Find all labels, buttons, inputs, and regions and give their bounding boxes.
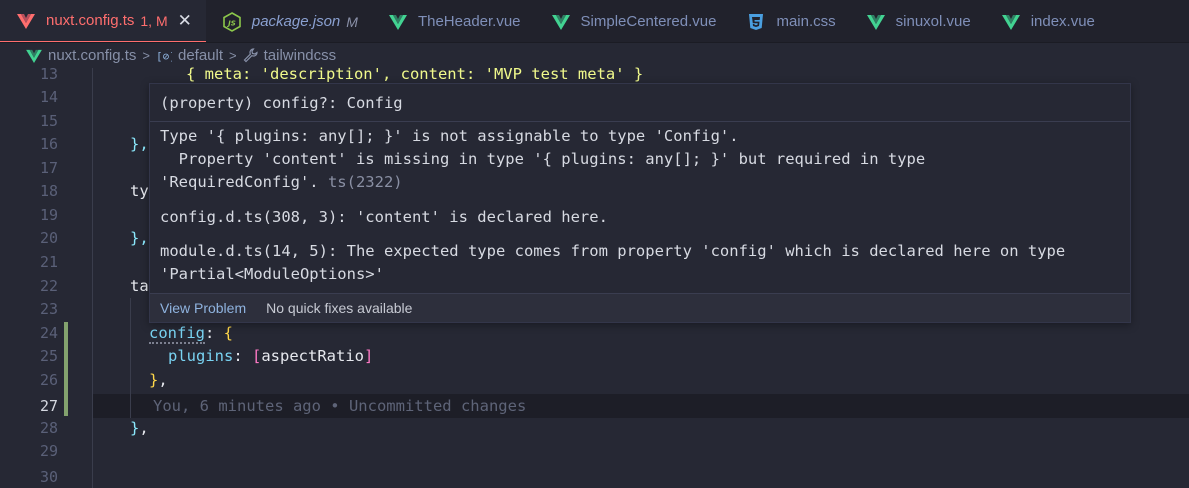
git-blame-annotation: You, 6 minutes ago • Uncommitted changes <box>153 397 527 415</box>
close-brace: } <box>149 371 159 389</box>
hover-tooltip: (property) config?: Config Type '{ plugi… <box>149 83 1131 323</box>
tab-theheader-vue[interactable]: TheHeader.vue <box>371 0 535 42</box>
config-key[interactable]: config <box>149 324 205 344</box>
view-problem-link[interactable]: View Problem <box>160 300 246 316</box>
vue-icon <box>16 11 36 31</box>
tab-label: sinuxol.vue <box>895 13 971 30</box>
related-info-line: 'Partial<ModuleOptions>' <box>160 265 384 283</box>
tab-label: main.css <box>776 13 836 30</box>
hover-divider <box>150 121 1130 122</box>
tab-modified-badge: 1, M <box>140 12 168 29</box>
code-line-28: }, <box>130 416 149 440</box>
svg-text:[⊘]: [⊘] <box>156 50 172 63</box>
tab-main-css[interactable]: main.css <box>730 0 850 42</box>
related-info-link[interactable]: module.d.ts(14, 5): The expected type co… <box>160 240 1065 263</box>
tab-bar: nuxt.config.ts 1, M ✕ JS package.json M … <box>0 0 1189 43</box>
plugins-key: plugins <box>168 347 234 365</box>
vue-icon <box>551 12 571 32</box>
colon: : <box>233 347 252 365</box>
chevron-right-icon: > <box>142 48 150 63</box>
vue-icon <box>1001 12 1021 32</box>
vue-icon <box>388 12 408 32</box>
code-line-18: ty <box>130 182 149 200</box>
tab-label: SimpleCentered.vue <box>580 13 717 30</box>
tab-index-vue[interactable]: index.vue <box>984 0 1109 42</box>
tab-label: index.vue <box>1030 13 1095 30</box>
error-message-line: 'RequiredConfig'. ts(2322) <box>160 171 403 194</box>
error-message-line: Type '{ plugins: any[]; }' is not assign… <box>160 127 739 145</box>
close-bracket: ] <box>364 347 374 365</box>
tab-nuxt-config[interactable]: nuxt.config.ts 1, M ✕ <box>0 0 206 42</box>
chevron-right-icon: > <box>229 48 237 63</box>
hover-status-bar: View Problem No quick fixes available <box>150 293 1130 322</box>
breadcrumb-file[interactable]: nuxt.config.ts <box>48 47 136 64</box>
open-bracket: [ <box>252 347 262 365</box>
tab-label: TheHeader.vue <box>417 13 521 30</box>
tab-sinuxol-vue[interactable]: sinuxol.vue <box>849 0 985 42</box>
hover-signature: (property) config?: Config <box>160 94 403 112</box>
wrench-icon <box>243 48 258 63</box>
vue-icon <box>26 49 42 63</box>
close-icon[interactable]: ✕ <box>178 11 192 31</box>
svg-text:JS: JS <box>226 19 236 27</box>
node-js-icon: JS <box>222 11 242 32</box>
no-quick-fixes-label: No quick fixes available <box>266 300 413 316</box>
error-message-line: Property 'content' is missing in type '{… <box>160 150 926 168</box>
css-icon <box>746 12 766 32</box>
code-line-16: }, <box>130 135 149 153</box>
tab-label: package.json <box>251 13 341 30</box>
code-line-20: }, <box>130 229 149 247</box>
code-line-25: plugins: [aspectRatio] <box>168 344 373 368</box>
tab-label: nuxt.config.ts <box>46 12 135 29</box>
close-brace: } <box>130 419 140 437</box>
vue-icon <box>866 12 886 32</box>
code-line-22: ta <box>130 277 149 295</box>
comma: , <box>139 419 149 437</box>
code-line-26: }, <box>149 368 168 392</box>
module-icon: [⊘] <box>156 49 172 63</box>
code-line-24: config: { <box>149 321 233 345</box>
comma: , <box>158 371 168 389</box>
tab-modified-badge: M <box>346 13 358 30</box>
error-code: ts(2322) <box>318 173 403 191</box>
open-brace: { <box>223 324 234 342</box>
tab-simplecentered-vue[interactable]: SimpleCentered.vue <box>534 0 731 42</box>
tab-package-json[interactable]: JS package.json M <box>205 0 372 42</box>
colon: : <box>205 324 224 342</box>
aspect-ratio-identifier: aspectRatio <box>261 347 364 365</box>
error-text: 'RequiredConfig'. <box>160 173 319 191</box>
related-info-link[interactable]: config.d.ts(308, 3): 'content' is declar… <box>160 206 608 229</box>
